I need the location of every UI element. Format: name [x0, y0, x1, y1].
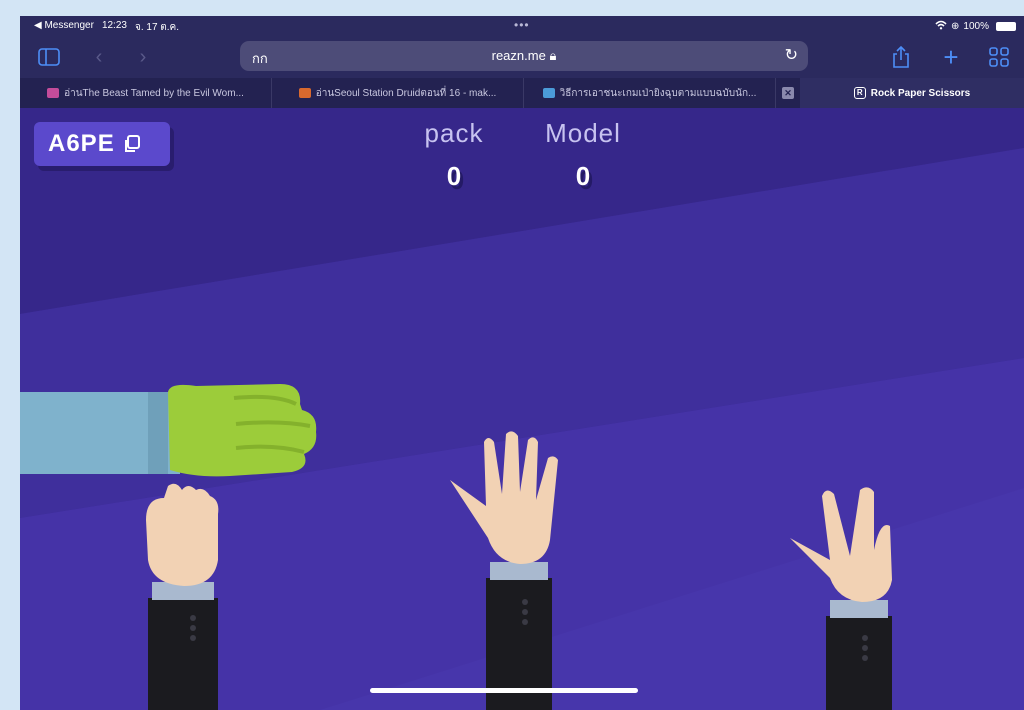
option-paper-hand[interactable] — [450, 430, 560, 710]
game-area: A6PE pack 0 Model 0 — [20, 108, 1024, 710]
sidebar-icon[interactable] — [36, 44, 62, 70]
status-time: 12:23 — [101, 20, 127, 31]
reload-icon[interactable]: ↻ — [785, 45, 798, 65]
lock-icon: 🔒︎ — [549, 48, 557, 63]
player-rock-hand — [20, 384, 317, 477]
tab-item[interactable]: วิธีการเอาชนะเกมเป่ายิงฉุบตามแบบฉบับนัก.… — [524, 78, 776, 108]
tab-favicon-icon — [542, 88, 555, 98]
tab-favicon-icon — [47, 88, 60, 98]
battery-icon — [996, 22, 1016, 31]
tab-favicon-icon — [298, 88, 311, 98]
forward-icon[interactable]: › — [130, 44, 156, 70]
copy-icon[interactable] — [123, 135, 141, 153]
close-tab-icon[interactable]: ✕ — [782, 87, 794, 99]
status-date: จ. 17 ต.ค. — [134, 22, 180, 33]
tab-item[interactable]: อ่านThe Beast Tamed by the Evil Wom... — [20, 78, 272, 108]
tab-favicon-icon: R — [853, 87, 866, 99]
tab-bar: อ่านThe Beast Tamed by the Evil Wom... อ… — [20, 78, 1024, 108]
url-text: reazn.me 🔒︎ — [491, 48, 557, 63]
battery-percent: 100% — [963, 21, 989, 32]
tab-label: Rock Paper Scissors — [870, 87, 971, 99]
tab-overview-icon[interactable] — [986, 44, 1012, 70]
orientation-lock-icon: ⊕ — [951, 21, 960, 32]
option-scissors-hand[interactable] — [790, 480, 900, 710]
share-icon[interactable] — [888, 44, 914, 70]
tab-label: อ่านThe Beast Tamed by the Evil Wom... — [64, 87, 244, 99]
player-score: pack 0 — [394, 118, 514, 192]
option-rock-hand[interactable] — [138, 480, 228, 710]
room-code-button[interactable]: A6PE — [34, 122, 170, 166]
player-name: pack — [424, 118, 484, 148]
opponent-name: Model — [545, 118, 621, 148]
status-bar: ◀ Messenger 12:23 จ. 17 ต.ค. ••• ⊕ 100% — [20, 16, 1024, 36]
back-to-app-link[interactable]: ◀ Messenger — [34, 20, 94, 35]
browser-toolbar: ‹ › กก reazn.me 🔒︎ ↻ + — [20, 36, 1024, 78]
tab-item[interactable]: อ่านSeoul Station Druidตอนที่ 16 - mak..… — [272, 78, 524, 108]
tab-item-active[interactable]: R Rock Paper Scissors — [800, 78, 1024, 108]
address-bar[interactable]: กก reazn.me 🔒︎ ↻ — [240, 41, 808, 71]
wifi-icon — [935, 20, 947, 33]
home-indicator[interactable] — [370, 688, 638, 693]
multitasking-dots-icon[interactable]: ••• — [514, 18, 530, 32]
new-tab-icon[interactable]: + — [938, 44, 964, 70]
player-score-value: 0 — [446, 161, 462, 191]
room-code: A6PE — [48, 130, 115, 157]
tab-label: อ่านSeoul Station Druidตอนที่ 16 - mak..… — [315, 87, 497, 99]
back-icon[interactable]: ‹ — [86, 44, 112, 70]
tab-label: วิธีการเอาชนะเกมเป่ายิงฉุบตามแบบฉบับนัก.… — [559, 87, 757, 99]
opponent-score-value: 0 — [575, 161, 591, 191]
browser-window: ◀ Messenger 12:23 จ. 17 ต.ค. ••• ⊕ 100% … — [20, 16, 1024, 710]
opponent-score: Model 0 — [523, 118, 643, 192]
